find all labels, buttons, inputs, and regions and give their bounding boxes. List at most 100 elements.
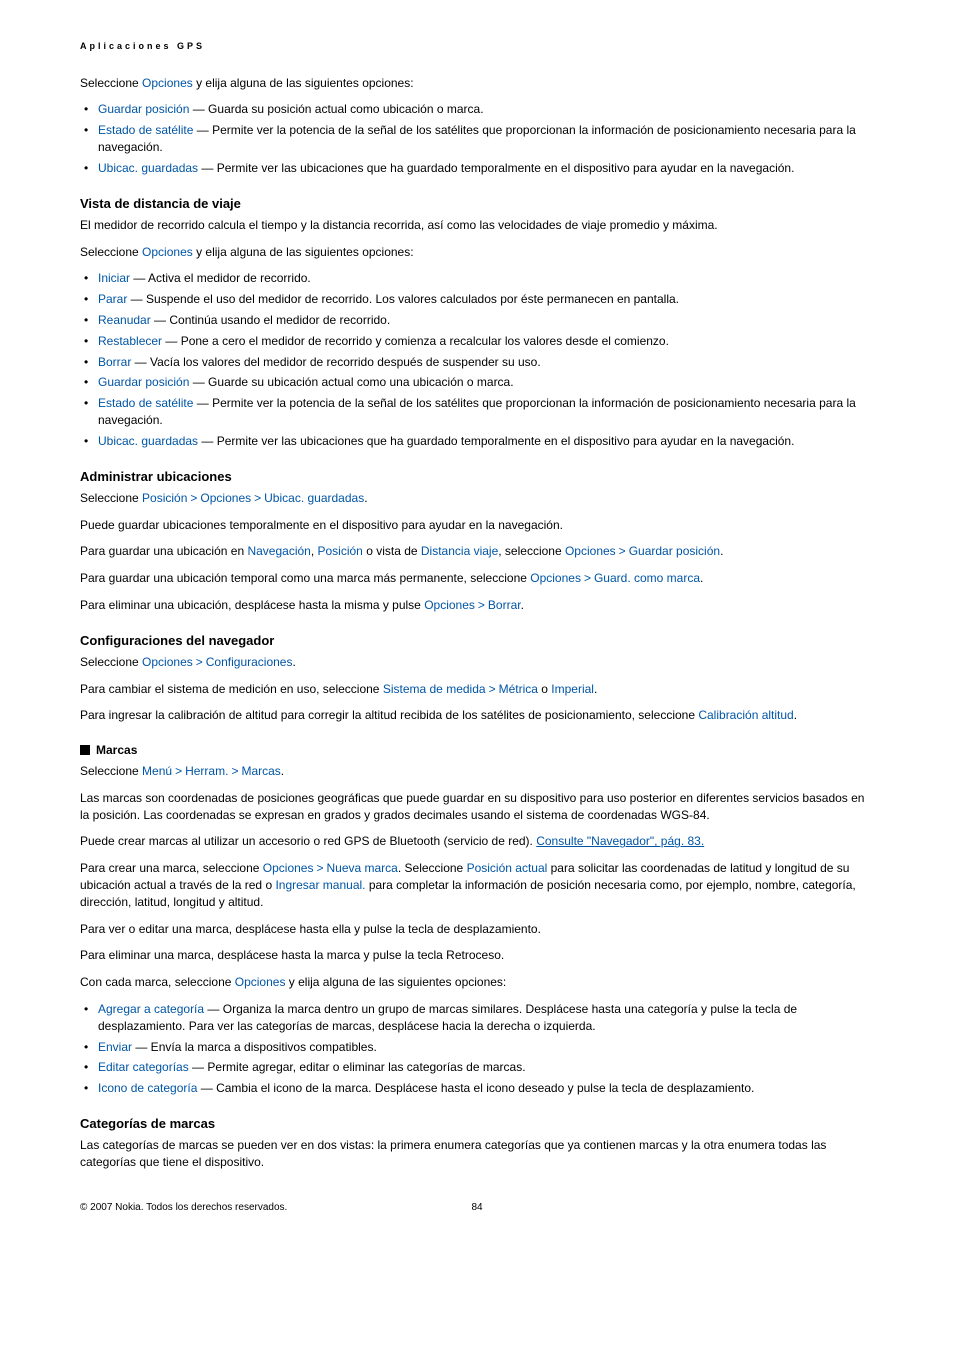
term-menu: Menú xyxy=(142,764,172,778)
marcas-p7: Con cada marca, seleccione Opciones y el… xyxy=(80,974,874,991)
text: — Cambia el icono de la marca. Despláces… xyxy=(197,1081,754,1095)
term-herram: Herram. xyxy=(185,764,228,778)
term-opciones: Opciones xyxy=(200,491,251,505)
term-opciones: Opciones xyxy=(142,245,193,259)
marcas-p6: Para eliminar una marca, desplácese hast… xyxy=(80,947,874,964)
text: y elija alguna de las siguientes opcione… xyxy=(193,76,414,90)
marcas-p4: Para crear una marca, seleccione Opcione… xyxy=(80,860,874,910)
list-item: Borrar — Vacía los valores del medidor d… xyxy=(98,354,874,371)
list-item: Guardar posición — Guarde su ubicación a… xyxy=(98,374,874,391)
text: Con cada marca, seleccione xyxy=(80,975,235,989)
text: Para eliminar una ubicación, desplácese … xyxy=(80,598,424,612)
chevron-icon: > xyxy=(316,861,323,875)
term-posicion-actual: Posición actual xyxy=(467,861,548,875)
heading-config: Configuraciones del navegador xyxy=(80,632,874,650)
term-guard-como-marca: Guard. como marca xyxy=(594,571,700,585)
chevron-icon: > xyxy=(196,655,203,669)
intro-list: Guardar posición — Guarda su posición ac… xyxy=(80,101,874,176)
text: — Vacía los valores del medidor de recor… xyxy=(131,355,540,369)
square-icon xyxy=(80,745,90,755)
text: Seleccione xyxy=(80,245,142,259)
list-item: Iniciar — Activa el medidor de recorrido… xyxy=(98,270,874,287)
text: — Envía la marca a dispositivos compatib… xyxy=(132,1040,377,1054)
text: Para cambiar el sistema de medición en u… xyxy=(80,682,383,696)
term-borrar: Borrar xyxy=(488,598,521,612)
text: Seleccione xyxy=(80,76,142,90)
text: , xyxy=(311,544,318,558)
marcas-p5: Para ver o editar una marca, desplácese … xyxy=(80,921,874,938)
term: Editar categorías xyxy=(98,1060,189,1074)
categorias-p1: Las categorías de marcas se pueden ver e… xyxy=(80,1137,874,1171)
text: Para ingresar la calibración de altitud … xyxy=(80,708,698,722)
text: — Guarde su ubicación actual como una ub… xyxy=(189,375,513,389)
admin-p3: Para guardar una ubicación en Navegación… xyxy=(80,543,874,560)
footer-copyright: © 2007 Nokia. Todos los derechos reserva… xyxy=(80,1201,447,1215)
list-item: Guardar posición — Guarda su posición ac… xyxy=(98,101,874,118)
text: Seleccione xyxy=(80,764,142,778)
vista-list: Iniciar — Activa el medidor de recorrido… xyxy=(80,270,874,449)
chevron-icon: > xyxy=(231,764,238,778)
intro-select: Seleccione Opciones y elija alguna de la… xyxy=(80,75,874,92)
chevron-icon: > xyxy=(175,764,182,778)
chevron-icon: > xyxy=(584,571,591,585)
text: — Permite ver las ubicaciones que ha gua… xyxy=(198,434,794,448)
term-metrica: Métrica xyxy=(499,682,538,696)
text: — Continúa usando el medidor de recorrid… xyxy=(151,313,390,327)
chevron-icon: > xyxy=(478,598,485,612)
admin-p5: Para eliminar una ubicación, desplácese … xyxy=(80,597,874,614)
text: — Pone a cero el medidor de recorrido y … xyxy=(162,334,669,348)
admin-p2: Puede guardar ubicaciones temporalmente … xyxy=(80,517,874,534)
text: y elija alguna de las siguientes opcione… xyxy=(285,975,506,989)
term-configuraciones: Configuraciones xyxy=(206,655,293,669)
heading-admin: Administrar ubicaciones xyxy=(80,468,874,486)
list-item: Editar categorías — Permite agregar, edi… xyxy=(98,1059,874,1076)
term: Borrar xyxy=(98,355,131,369)
term: Enviar xyxy=(98,1040,132,1054)
text: o xyxy=(538,682,551,696)
term-calibracion-altitud: Calibración altitud xyxy=(698,708,793,722)
term: Guardar posición xyxy=(98,102,189,116)
vista-desc: El medidor de recorrido calcula el tiemp… xyxy=(80,217,874,234)
term-opciones: Opciones xyxy=(565,544,616,558)
term-guardar-posicion: Guardar posición xyxy=(629,544,720,558)
text: Seleccione xyxy=(80,491,142,505)
term: Agregar a categoría xyxy=(98,1002,204,1016)
admin-p4: Para guardar una ubicación temporal como… xyxy=(80,570,874,587)
footer-page-number: 84 xyxy=(447,1201,507,1215)
term: Ubicac. guardadas xyxy=(98,434,198,448)
config-p3: Para ingresar la calibración de altitud … xyxy=(80,707,874,724)
chevron-icon: > xyxy=(619,544,626,558)
term-posicion: Posición xyxy=(142,491,187,505)
chevron-icon: > xyxy=(254,491,261,505)
link-navegador[interactable]: Consulte "Navegador", pág. 83. xyxy=(536,834,704,848)
text: Para guardar una ubicación temporal como… xyxy=(80,571,530,585)
term-nueva-marca: Nueva marca xyxy=(326,861,397,875)
text: , seleccione xyxy=(498,544,565,558)
term: Ubicac. guardadas xyxy=(98,161,198,175)
term: Restablecer xyxy=(98,334,162,348)
text: . Seleccione xyxy=(398,861,467,875)
text: — Suspende el uso del medidor de recorri… xyxy=(127,292,679,306)
config-select: Seleccione Opciones>Configuraciones. xyxy=(80,654,874,671)
list-item: Estado de satélite — Permite ver la pote… xyxy=(98,395,874,429)
text: Puede crear marcas al utilizar un acceso… xyxy=(80,834,536,848)
list-item: Estado de satélite — Permite ver la pote… xyxy=(98,122,874,156)
heading-vista: Vista de distancia de viaje xyxy=(80,195,874,213)
list-item: Parar — Suspende el uso del medidor de r… xyxy=(98,291,874,308)
term-sistema-medida: Sistema de medida xyxy=(383,682,486,696)
term-opciones: Opciones xyxy=(142,655,193,669)
text: Para guardar una ubicación en xyxy=(80,544,247,558)
term-opciones: Opciones xyxy=(263,861,314,875)
term: Estado de satélite xyxy=(98,123,193,137)
chevron-icon: > xyxy=(489,682,496,696)
vista-select: Seleccione Opciones y elija alguna de la… xyxy=(80,244,874,261)
text: y elija alguna de las siguientes opcione… xyxy=(193,245,414,259)
config-p2: Para cambiar el sistema de medición en u… xyxy=(80,681,874,698)
term-distancia: Distancia viaje xyxy=(421,544,498,558)
text: — Activa el medidor de recorrido. xyxy=(130,271,311,285)
chevron-icon: > xyxy=(190,491,197,505)
text: — Permite agregar, editar o eliminar las… xyxy=(189,1060,526,1074)
term: Iniciar xyxy=(98,271,130,285)
list-item: Ubicac. guardadas — Permite ver las ubic… xyxy=(98,160,874,177)
term-ubicac: Ubicac. guardadas xyxy=(264,491,364,505)
